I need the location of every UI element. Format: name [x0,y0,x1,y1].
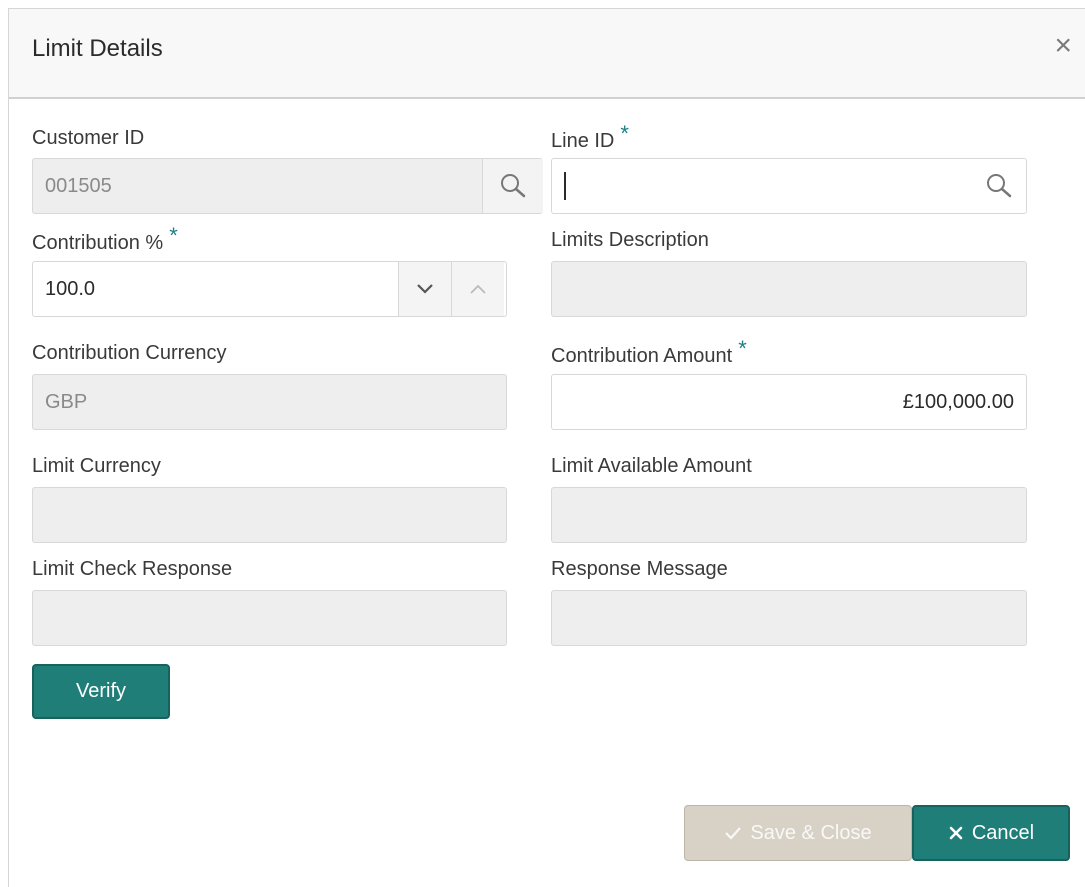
customer-id-label: Customer ID [32,127,144,150]
contribution-amount-label: Contribution Amount * [551,336,747,368]
limit-check-response-field [32,590,507,646]
limits-description-field [551,261,1027,317]
limit-check-response-label: Limit Check Response [32,558,233,580]
limit-currency-field [32,487,507,543]
limit-details-dialog: Limit Details × Customer ID 001505 Line … [8,8,1085,887]
limits-description-label: Limits Description [551,229,709,251]
contribution-pct-value: 100.0 [45,278,96,300]
dialog-title: Limit Details [32,35,163,62]
close-icon[interactable]: × [1054,31,1072,61]
check-icon [725,827,742,840]
line-id-label: Line ID * [551,121,629,153]
increment-button[interactable] [451,262,504,316]
customer-id-search-button[interactable] [482,159,543,213]
limit-available-amount-field [551,487,1027,543]
limit-available-amount-label: Limit Available Amount [551,455,752,477]
save-close-label: Save & Close [750,821,872,844]
contribution-amount-input[interactable]: £100,000.00 [551,374,1027,430]
response-message-label: Response Message [551,558,728,580]
line-id-input[interactable] [551,158,1027,214]
close-icon [949,826,963,840]
contribution-pct-label-text: Contribution % [32,232,164,254]
verify-button-label: Verify [75,680,127,702]
chevron-down-icon [417,284,433,294]
search-icon [501,174,526,198]
required-asterisk: * [738,336,747,361]
line-id-search-button[interactable] [984,171,1014,206]
text-cursor [564,172,566,200]
limit-currency-label: Limit Currency [32,455,161,477]
decrement-button[interactable] [398,262,451,316]
save-close-button[interactable]: Save & Close [684,805,912,861]
verify-button[interactable]: Verify [32,664,170,719]
dialog-header: Limit Details × [9,9,1085,99]
customer-id-label-text: Customer ID [32,127,145,149]
customer-id-value: 001505 [45,175,112,197]
line-id-label-text: Line ID [551,130,615,152]
chevron-up-icon [470,284,486,294]
contribution-currency-value: GBP [45,391,88,413]
customer-id-field: 001505 [32,158,543,214]
required-asterisk: * [620,121,629,146]
contribution-currency-field: GBP [32,374,507,430]
search-icon [987,174,1012,198]
contribution-pct-stepper[interactable]: 100.0 [32,261,507,317]
contribution-amount-label-text: Contribution Amount [551,345,733,367]
response-message-field [551,590,1027,646]
required-asterisk: * [169,223,178,248]
contribution-amount-value: £100,000.00 [902,391,1014,413]
cancel-button[interactable]: Cancel [912,805,1070,861]
contribution-currency-label: Contribution Currency [32,342,227,364]
cancel-label: Cancel [971,821,1035,844]
contribution-pct-label: Contribution % * [32,223,178,255]
